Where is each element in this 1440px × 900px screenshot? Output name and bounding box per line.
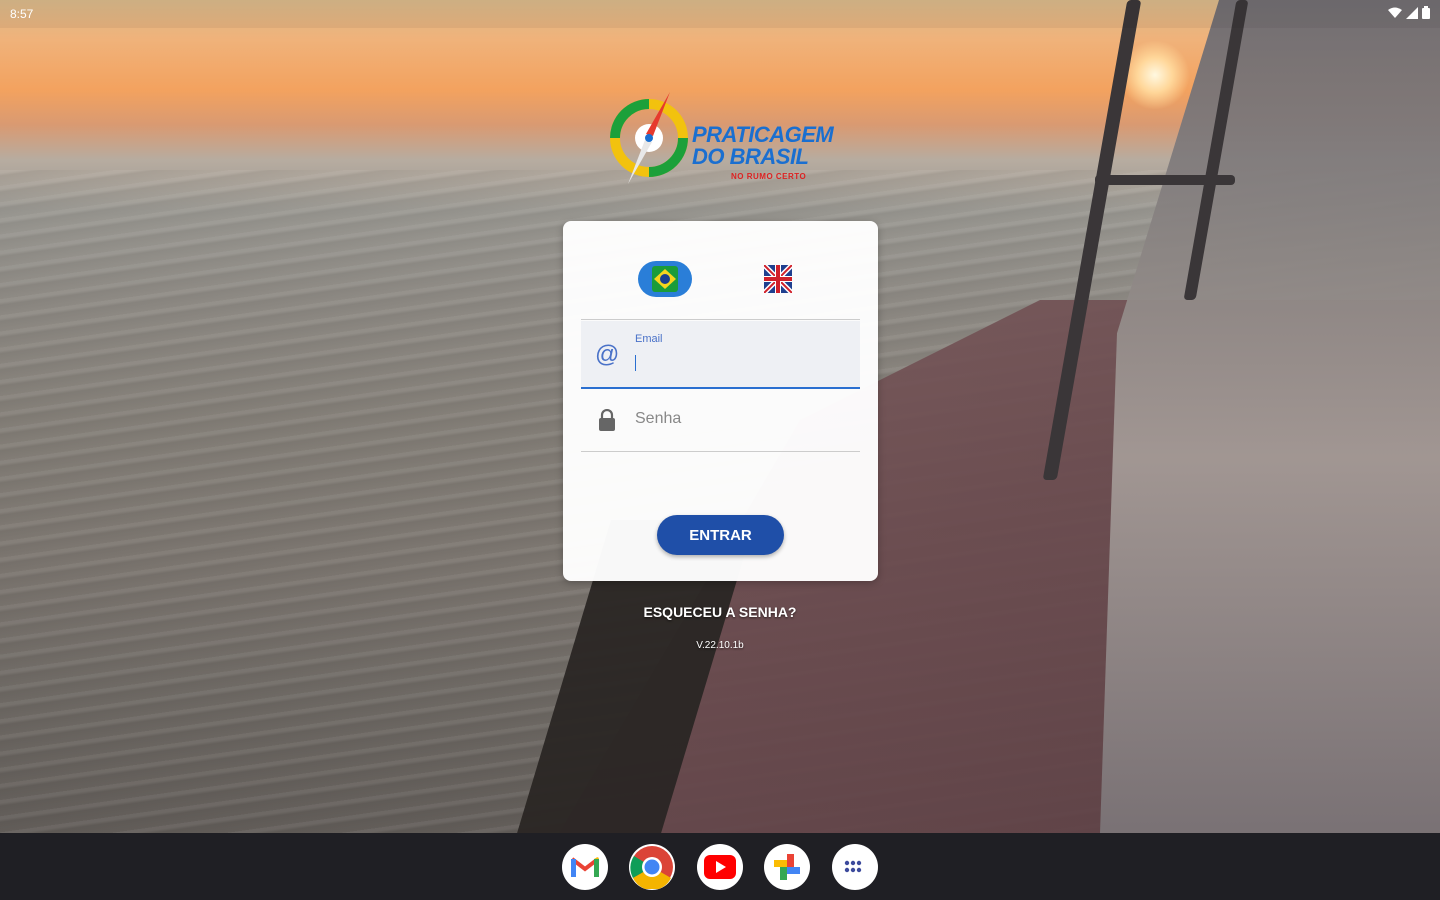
- status-icons: [1388, 6, 1430, 22]
- photos-icon[interactable]: [764, 844, 810, 890]
- signal-icon: [1406, 6, 1418, 22]
- language-pt-button[interactable]: [638, 261, 692, 297]
- chrome-icon[interactable]: [629, 844, 675, 890]
- taskbar: [0, 833, 1440, 900]
- youtube-icon[interactable]: [697, 844, 743, 890]
- uk-flag-icon: [764, 265, 792, 293]
- at-icon: @: [595, 341, 620, 368]
- language-en-button[interactable]: [751, 261, 805, 297]
- status-time: 8:57: [10, 7, 34, 21]
- boat-hull: [1100, 0, 1440, 833]
- praticagem-logo: PRATICAGEM DO BRASIL NO RUMO CERTO: [606, 86, 838, 196]
- logo-brand-line1: PRATICAGEM: [692, 122, 834, 147]
- battery-icon: [1422, 6, 1430, 22]
- wifi-icon: [1388, 7, 1402, 22]
- logo-brand-line2: DO BRASIL: [692, 144, 809, 169]
- status-bar: 8:57: [0, 0, 1440, 28]
- boat-rail: [1095, 175, 1235, 185]
- text-caret: [635, 355, 636, 371]
- lock-icon: [599, 409, 615, 431]
- app-version: V.22.10.1b: [696, 640, 744, 651]
- gmail-icon[interactable]: [562, 844, 608, 890]
- password-placeholder: Senha: [635, 410, 682, 427]
- divider: [581, 319, 860, 320]
- email-field[interactable]: @ Email: [581, 321, 860, 389]
- app-launcher-icon[interactable]: [832, 844, 878, 890]
- compass-emblem-icon: [610, 92, 688, 184]
- logo-tagline: NO RUMO CERTO: [731, 172, 807, 181]
- language-selector: [563, 261, 878, 301]
- email-label: Email: [635, 333, 663, 345]
- brazil-flag-icon: [652, 266, 678, 292]
- login-card: @ Email Senha ENTRAR: [563, 221, 878, 581]
- password-field[interactable]: Senha: [581, 393, 860, 452]
- enter-button[interactable]: ENTRAR: [657, 515, 784, 555]
- forgot-password-link[interactable]: ESQUECEU A SENHA?: [0, 604, 1440, 620]
- logo-brand: PRATICAGEM DO BRASIL: [692, 122, 834, 169]
